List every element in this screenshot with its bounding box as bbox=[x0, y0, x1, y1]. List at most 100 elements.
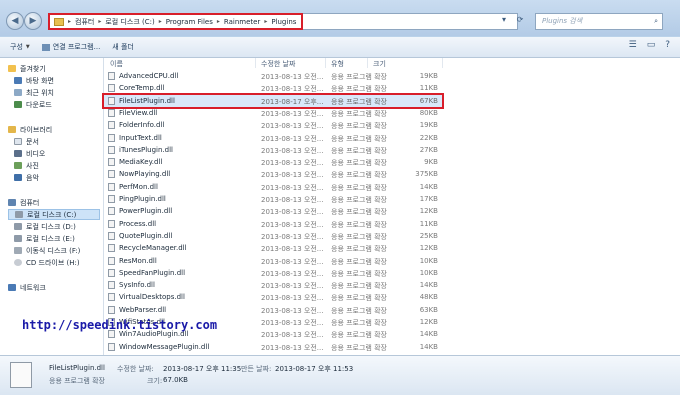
nav-downloads[interactable]: 다운로드 bbox=[14, 99, 117, 110]
column-divider[interactable] bbox=[325, 58, 326, 68]
nav-network[interactable]: 네트워크 bbox=[8, 282, 111, 293]
search-icon[interactable]: ⌕ bbox=[654, 14, 658, 29]
chevron-right-icon[interactable]: ▸ bbox=[264, 18, 267, 25]
column-header-name[interactable]: 이름 bbox=[110, 59, 123, 69]
file-row[interactable]: PingPlugin.dll 2013-08-13 오전... 응용 프로그램 확장… bbox=[104, 193, 442, 205]
file-row[interactable]: InputText.dll 2013-08-13 오전... 응용 프로그램 확장 2… bbox=[104, 132, 442, 144]
dll-file-icon bbox=[108, 145, 115, 154]
file-row[interactable]: ResMon.dll 2013-08-13 오전... 응용 프로그램 확장 10KB bbox=[104, 255, 442, 267]
organize-button[interactable]: 구성 ▼ bbox=[10, 42, 30, 52]
chevron-right-icon[interactable]: ▸ bbox=[159, 18, 162, 25]
explorer-window: ◀ ▶ ▸ 컴퓨터 ▸ 로컬 디스크 (C:) ▸ Program Files … bbox=[0, 0, 680, 395]
file-size: 10KB bbox=[419, 268, 438, 277]
dropdown-icon[interactable]: ▾ bbox=[502, 15, 506, 24]
dll-file-icon bbox=[108, 84, 115, 93]
column-header-type[interactable]: 유형 bbox=[331, 59, 344, 69]
file-size: 11KB bbox=[419, 84, 438, 93]
file-row[interactable]: VirtualDesktops.dll 2013-08-13 오전... 응용 프로… bbox=[104, 291, 442, 303]
file-date: 2013-08-13 오전... bbox=[261, 134, 324, 143]
file-row[interactable]: RecycleManager.dll 2013-08-13 오전... 응용 프로그… bbox=[104, 242, 442, 254]
nav-desktop[interactable]: 바탕 화면 bbox=[14, 75, 117, 86]
open-with-button[interactable]: 연결 프로그램... bbox=[41, 42, 100, 52]
nav-favorites[interactable]: 즐겨찾기 bbox=[8, 63, 111, 74]
file-size: 12KB bbox=[419, 318, 438, 326]
file-size: 9KB bbox=[424, 158, 438, 167]
nav-drive-c[interactable]: 로컬 디스크 (C:) bbox=[8, 209, 100, 220]
nav-libraries[interactable]: 라이브러리 bbox=[8, 124, 111, 135]
file-list: 이름 수정한 날짜 유형 크기 AdvancedCPU.dll 2013-08-1… bbox=[22, 58, 680, 355]
file-row[interactable]: FileListPlugin.dll 2013-08-17 오후... 응용 프로그… bbox=[102, 92, 444, 109]
dll-file-icon bbox=[108, 342, 115, 351]
nav-computer[interactable]: 컴퓨터 bbox=[8, 197, 111, 208]
column-header-size[interactable]: 크기 bbox=[373, 59, 386, 69]
nav-drive-h[interactable]: CD 드라이브 (H:) bbox=[14, 257, 117, 268]
refresh-icon[interactable]: ⟳ bbox=[517, 15, 524, 24]
address-bar-empty[interactable] bbox=[303, 13, 518, 30]
breadcrumb-item[interactable]: 컴퓨터 bbox=[75, 17, 94, 27]
breadcrumb-item[interactable]: Plugins bbox=[271, 18, 296, 26]
chevron-right-icon[interactable]: ▸ bbox=[68, 18, 71, 25]
nav-pictures[interactable]: 사진 bbox=[14, 160, 117, 171]
file-size: 63KB bbox=[419, 305, 438, 314]
column-divider[interactable] bbox=[442, 58, 443, 68]
view-options-icon[interactable]: ☰ bbox=[629, 40, 637, 50]
file-size: 10KB bbox=[419, 256, 438, 265]
file-row[interactable]: AdvancedCPU.dll 2013-08-13 오전... 응용 프로그램 확… bbox=[104, 70, 442, 82]
navigation-pane: 즐겨찾기 바탕 화면 최근 위치 다운로드 라이브러리 문서 비디오 사진 음악… bbox=[0, 58, 104, 355]
file-row[interactable]: MediaKey.dll 2013-08-13 오전... 응용 프로그램 확장 9K… bbox=[104, 156, 442, 168]
file-row[interactable]: WindowMessagePlugin.dll 2013-08-13 오전... 응… bbox=[104, 341, 442, 353]
file-date: 2013-08-13 오전... bbox=[261, 208, 324, 217]
breadcrumb-item[interactable]: Rainmeter bbox=[224, 18, 260, 26]
file-row[interactable]: QuotePlugin.dll 2013-08-13 오전... 응용 프로그램 확… bbox=[104, 230, 442, 242]
search-input[interactable]: Plugins 검색 ⌕ bbox=[535, 13, 663, 30]
nav-documents[interactable]: 문서 bbox=[14, 136, 117, 147]
nav-recent[interactable]: 최근 위치 bbox=[14, 87, 117, 98]
dll-file-icon bbox=[108, 231, 115, 240]
help-icon[interactable]: ? bbox=[665, 40, 670, 50]
file-row[interactable]: PerfMon.dll 2013-08-13 오전... 응용 프로그램 확장 14K… bbox=[104, 181, 442, 193]
dll-file-icon bbox=[108, 195, 115, 203]
file-row[interactable]: Process.dll 2013-08-13 오전... 응용 프로그램 확장 11K… bbox=[104, 218, 442, 230]
breadcrumb-item[interactable]: 로컬 디스크 (C:) bbox=[105, 17, 154, 27]
downloads-icon bbox=[14, 101, 22, 108]
file-name: InputText.dll bbox=[119, 133, 162, 142]
file-row[interactable]: FolderInfo.dll 2013-08-13 오전... 응용 프로그램 확장… bbox=[104, 119, 442, 131]
file-size: 80KB bbox=[419, 108, 438, 117]
videos-icon bbox=[14, 150, 22, 157]
file-row[interactable]: iTunesPlugin.dll 2013-08-13 오전... 응용 프로그램 … bbox=[104, 144, 442, 156]
nav-videos[interactable]: 비디오 bbox=[14, 148, 117, 159]
forward-button[interactable]: ▶ bbox=[24, 12, 42, 30]
file-size: 19KB bbox=[419, 72, 438, 80]
nav-music[interactable]: 음악 bbox=[14, 172, 117, 183]
chevron-right-icon[interactable]: ▸ bbox=[217, 18, 220, 25]
preview-pane-icon[interactable]: ▭ bbox=[647, 40, 656, 50]
nav-drive-d[interactable]: 로컬 디스크 (D:) bbox=[14, 221, 117, 232]
drive-icon bbox=[14, 223, 22, 230]
dll-file-icon bbox=[108, 305, 115, 314]
nav-label: 로컬 디스크 (E:) bbox=[26, 234, 75, 243]
nav-label: 네트워크 bbox=[20, 283, 46, 292]
file-row[interactable]: SysInfo.dll 2013-08-13 오전... 응용 프로그램 확장 14K… bbox=[104, 279, 442, 291]
nav-drive-f[interactable]: 이동식 디스크 (F:) bbox=[14, 245, 117, 256]
file-row[interactable]: PowerPlugin.dll 2013-08-13 오전... 응용 프로그램 확… bbox=[104, 205, 442, 217]
nav-label: 라이브러리 bbox=[20, 125, 53, 134]
file-row[interactable]: WebParser.dll 2013-08-13 오전... 응용 프로그램 확장 6… bbox=[104, 304, 442, 316]
nav-drive-e[interactable]: 로컬 디스크 (E:) bbox=[14, 233, 117, 244]
breadcrumb[interactable]: ▸ 컴퓨터 ▸ 로컬 디스크 (C:) ▸ Program Files ▸ Ra… bbox=[48, 13, 303, 30]
file-row[interactable]: SpeedFanPlugin.dll 2013-08-13 오전... 응용 프로그… bbox=[104, 267, 442, 279]
file-row[interactable]: FileView.dll 2013-08-13 오전... 응용 프로그램 확장 80… bbox=[104, 107, 442, 119]
file-row[interactable]: CoreTemp.dll 2013-08-13 오전... 응용 프로그램 확장 11… bbox=[104, 82, 442, 94]
breadcrumb-item[interactable]: Program Files bbox=[166, 18, 213, 26]
column-divider[interactable] bbox=[255, 58, 256, 68]
column-header-date[interactable]: 수정한 날짜 bbox=[261, 59, 295, 69]
back-button[interactable]: ◀ bbox=[6, 12, 24, 30]
nav-label: 이동식 디스크 (F:) bbox=[26, 246, 81, 255]
file-row[interactable]: NowPlaying.dll 2013-08-13 오전... 응용 프로그램 확장… bbox=[104, 168, 442, 180]
new-folder-button[interactable]: 새 폴더 bbox=[112, 42, 134, 52]
file-size: 14KB bbox=[419, 330, 438, 339]
column-divider[interactable] bbox=[367, 58, 368, 68]
chevron-right-icon[interactable]: ▸ bbox=[98, 18, 101, 25]
column-headers: 이름 수정한 날짜 유형 크기 bbox=[104, 58, 680, 68]
nav-label: 음악 bbox=[26, 173, 39, 182]
file-date: 2013-08-13 오전... bbox=[261, 73, 324, 81]
